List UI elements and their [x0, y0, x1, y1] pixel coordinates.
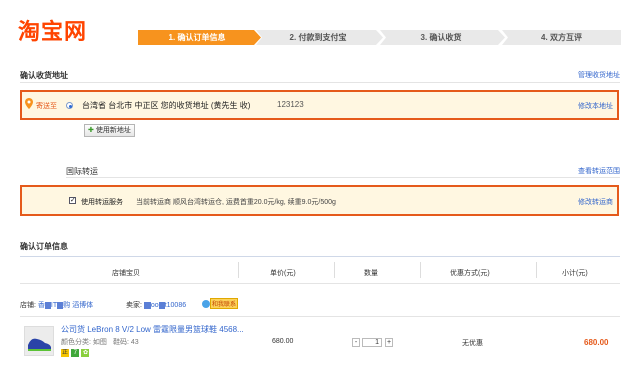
use-new-address-label: 使用新地址	[95, 127, 131, 134]
send-to-label: 寄送至	[36, 103, 57, 110]
address-text: 台湾省 台北市 中正区 您的收货地址 (黄先生 收)	[82, 101, 251, 110]
seller-name-part[interactable]: oo	[151, 302, 159, 309]
address-phone: 123123	[277, 100, 304, 109]
sneaker-image	[28, 338, 51, 351]
quantity-decrease-button[interactable]: -	[352, 338, 360, 347]
taobao-logo[interactable]: 淘宝网	[18, 14, 87, 46]
step-4-label: 4. 双方互评	[541, 33, 582, 42]
contact-seller-button[interactable]: 和我联系	[202, 298, 239, 309]
redaction-block	[143, 301, 151, 309]
col-shop-item: 店铺宝贝	[112, 270, 140, 277]
address-radio[interactable]	[66, 102, 73, 109]
selected-address-box[interactable]: 寄送至 台湾省 台北市 中正区 您的收货地址 (黄先生 收) 123123 修改…	[20, 90, 619, 120]
col-separator	[334, 262, 335, 278]
shipping-section-title: 国际转运	[66, 167, 98, 176]
shipping-service-desc: 当前转运商 顺风台湾转运仓, 运费首重20.0元/kg, 续重9.0元/500g	[136, 199, 336, 206]
divider	[66, 177, 620, 178]
subtotal-value: 680.00	[584, 338, 609, 347]
seller-label: 卖家:	[126, 302, 142, 309]
step-2-label: 2. 付款到支付宝	[289, 33, 347, 42]
col-subtotal: 小计(元)	[562, 270, 588, 277]
use-shipping-checkbox[interactable]: ✓	[69, 197, 76, 204]
product-thumbnail[interactable]	[24, 326, 54, 356]
step-1-label: 1. 确认订单信息	[168, 33, 226, 42]
step-1: 1. 确认订单信息	[138, 30, 261, 45]
manage-address-link[interactable]: 管理收货地址	[578, 70, 620, 80]
shop-name-part[interactable]: 滔博体	[72, 302, 93, 309]
unit-price: 680.00	[272, 338, 294, 345]
shop-name-part[interactable]: 香	[38, 302, 45, 309]
order-section-title: 确认订单信息	[20, 242, 68, 251]
col-quantity: 数量	[364, 270, 378, 277]
address-section-title: 确认收货地址	[20, 71, 68, 80]
shipping-service-box: ✓ 使用转运服务 当前转运商 顺风台湾转运仓, 运费首重20.0元/kg, 续重…	[20, 185, 619, 216]
col-separator	[536, 262, 537, 278]
col-price: 单价(元)	[270, 270, 296, 277]
plus-icon: ✚	[88, 127, 94, 134]
view-shipping-range-link[interactable]: 查看转运范围	[578, 166, 620, 176]
product-size: 鞋码: 43	[113, 339, 139, 346]
col-separator	[238, 262, 239, 278]
step-3: 3. 确认收货	[380, 30, 505, 45]
step-2: 2. 付款到支付宝	[256, 30, 383, 45]
edit-address-link[interactable]: 修改本地址	[578, 101, 613, 111]
shop-label: 店铺:	[20, 302, 36, 309]
location-pin-icon	[25, 98, 33, 109]
seller-name-part[interactable]: t10086	[165, 302, 186, 309]
guarantee-icon: ✿	[81, 349, 90, 357]
shop-name-part[interactable]: 购	[63, 302, 70, 309]
use-new-address-button[interactable]: ✚ 使用新地址	[84, 124, 135, 137]
product-title-link[interactable]: 公司货 LeBron 8 V/2 Low 雷霆限量男篮球鞋 4568...	[61, 324, 244, 335]
col-discount: 优惠方式(元)	[450, 270, 490, 277]
contact-label: 和我联系	[210, 298, 239, 309]
discount-value: 无优惠	[462, 340, 483, 347]
product-badges: 正 7 ✿	[61, 347, 90, 357]
wangwang-icon	[202, 299, 210, 308]
badge-icon: 正	[61, 349, 69, 357]
checkout-steps: 1. 确认订单信息 2. 付款到支付宝 3. 确认收货 4. 双方互评	[138, 30, 621, 45]
quantity-increase-button[interactable]: +	[385, 338, 393, 347]
divider	[20, 283, 620, 284]
shipping-service-label: 使用转运服务	[81, 199, 123, 206]
edit-carrier-link[interactable]: 修改转运商	[578, 197, 613, 207]
product-color: 颜色分类: 如图	[61, 339, 107, 346]
divider	[20, 256, 620, 257]
quantity-input[interactable]: 1	[362, 338, 382, 347]
divider	[20, 316, 620, 317]
step-4: 4. 双方互评	[502, 30, 621, 45]
shop-info-row: 店铺: 香 IT 购 滔博体	[20, 300, 93, 310]
seller-info-row: 卖家: oo t10086	[126, 300, 186, 310]
step-3-label: 3. 确认收货	[420, 33, 462, 42]
col-separator	[420, 262, 421, 278]
divider	[20, 82, 620, 83]
seven-day-return-icon: 7	[71, 349, 80, 357]
